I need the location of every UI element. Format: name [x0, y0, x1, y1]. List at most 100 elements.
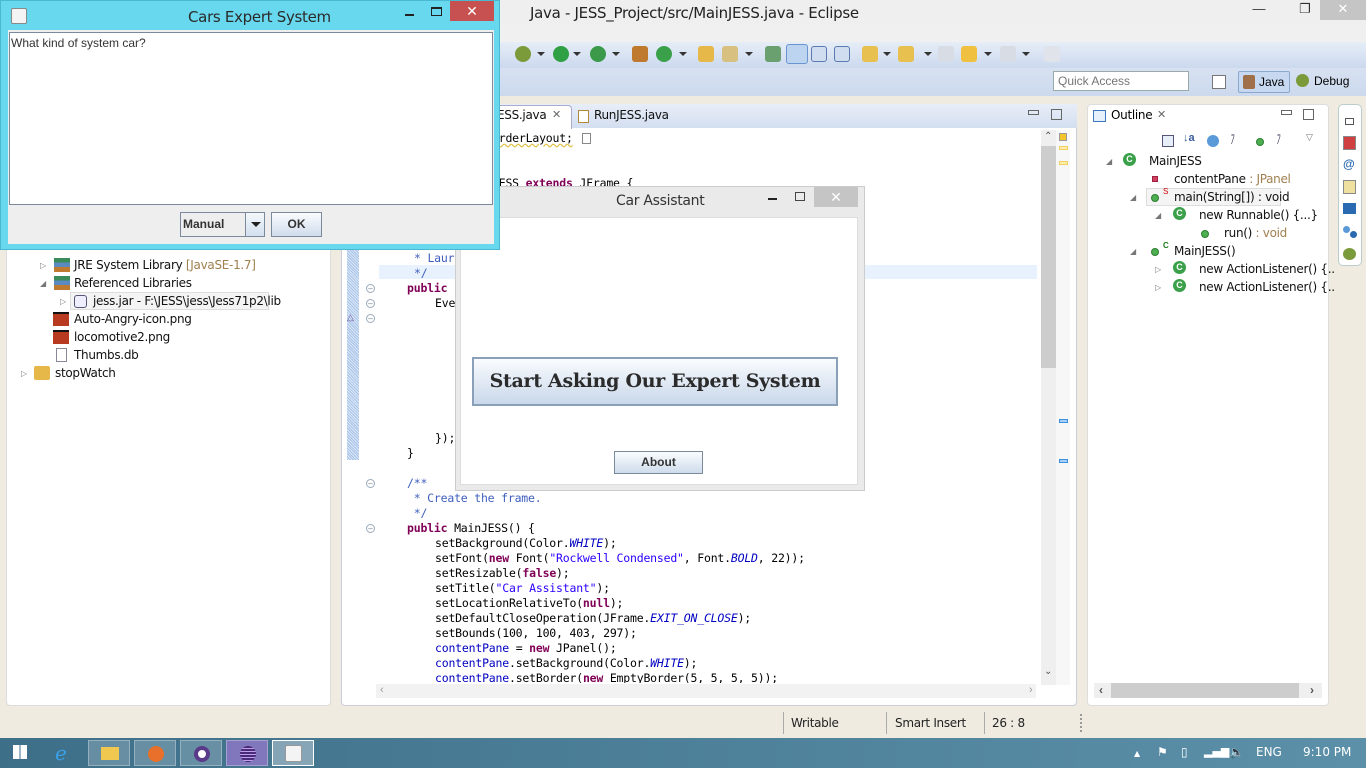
tree-item-auto-angry-icon[interactable]: Auto-Angry-icon.png: [74, 312, 192, 326]
outline-item-mainjess[interactable]: MainJESS: [1149, 154, 1202, 168]
code-line[interactable]: orderLayout;: [492, 131, 573, 145]
tree-item-thumbs-db[interactable]: Thumbs.db: [74, 348, 139, 362]
close-tab-icon[interactable]: ✕: [552, 108, 561, 121]
volume-icon[interactable]: 🔈: [1229, 745, 1244, 759]
close-button[interactable]: ✕: [1320, 0, 1366, 20]
code-line[interactable]: setLocationRelativeTo(null);: [435, 596, 623, 610]
back-icon[interactable]: [961, 46, 977, 62]
forward-dropdown-icon[interactable]: [1022, 52, 1030, 56]
last-edit-location-icon[interactable]: [938, 46, 954, 62]
collapse-icon[interactable]: ◢: [40, 279, 46, 288]
code-line[interactable]: setFont(new Font("Rockwell Condensed", F…: [435, 551, 805, 565]
chevron-down-icon[interactable]: [245, 213, 264, 236]
close-button[interactable]: ✕: [450, 1, 494, 21]
collapse-icon[interactable]: ◢: [1155, 211, 1161, 220]
fold-icon[interactable]: –: [366, 299, 375, 308]
next-annotation-dropdown-icon[interactable]: [883, 52, 891, 56]
show-whitespace-icon[interactable]: [834, 46, 850, 62]
hide-local-types-icon[interactable]: ⧶: [1277, 135, 1281, 148]
outline-item-actionlistener[interactable]: new ActionListener() {..: [1199, 262, 1335, 276]
code-line[interactable]: }: [407, 446, 414, 460]
code-line[interactable]: setResizable(false);: [435, 566, 570, 580]
expand-icon[interactable]: ▷: [40, 261, 46, 270]
collapse-icon[interactable]: ◢: [1130, 247, 1136, 256]
sort-icon[interactable]: ↓a: [1183, 132, 1195, 144]
battery-icon[interactable]: ▯: [1181, 745, 1188, 759]
code-line[interactable]: contentPane = new JPanel();: [435, 641, 617, 655]
taskbar-java-app[interactable]: [272, 740, 314, 766]
new-class-icon[interactable]: [656, 46, 672, 62]
maximize-editor-icon[interactable]: [1051, 109, 1062, 120]
minimize-icon[interactable]: [768, 198, 777, 200]
hide-fields-icon[interactable]: [1207, 135, 1219, 147]
occurrence-marker[interactable]: [1059, 459, 1068, 463]
external-tools-icon[interactable]: [590, 46, 606, 62]
code-line[interactable]: public MainJESS() {: [407, 521, 535, 535]
collapse-icon[interactable]: ◢: [1130, 193, 1136, 202]
outline-item-runnable[interactable]: new Runnable() {...}: [1199, 208, 1318, 222]
tab-mainjess-label[interactable]: ESS.java: [497, 108, 547, 122]
collapse-all-icon[interactable]: [1162, 135, 1174, 147]
code-line[interactable]: setBackground(Color.WHITE);: [435, 536, 617, 550]
maximize-icon[interactable]: [795, 192, 805, 201]
code-line[interactable]: setDefaultCloseOperation(JFrame.EXIT_ON_…: [435, 611, 751, 625]
open-perspective-icon[interactable]: [1212, 75, 1226, 89]
pin-editor-icon[interactable]: [1044, 46, 1060, 62]
action-center-icon[interactable]: ⚑: [1157, 745, 1168, 759]
tree-item-referenced-libraries[interactable]: Referenced Libraries: [74, 276, 192, 290]
open-task-icon[interactable]: [765, 46, 781, 62]
expand-icon[interactable]: ▷: [21, 369, 27, 378]
internet-explorer-icon[interactable]: e: [55, 741, 67, 765]
code-line[interactable]: * Create the frame.: [407, 491, 542, 505]
outline-scroll-thumb[interactable]: [1111, 683, 1299, 698]
code-line[interactable]: contentPane.setBorder(new EmptyBorder(5,…: [435, 671, 778, 683]
taskbar-file-explorer[interactable]: [88, 740, 130, 766]
taskbar-eclipse[interactable]: [226, 740, 268, 766]
hide-non-public-icon[interactable]: [1256, 138, 1264, 146]
run-dropdown-icon[interactable]: [573, 52, 581, 56]
fold-icon[interactable]: –: [366, 524, 375, 533]
code-line[interactable]: /**: [407, 476, 427, 490]
code-line[interactable]: public: [407, 281, 448, 295]
view-menu-icon[interactable]: ▽: [1306, 132, 1313, 143]
new-package-icon[interactable]: [632, 46, 648, 62]
outline-tab-label[interactable]: Outline: [1111, 108, 1153, 122]
close-outline-icon[interactable]: ✕: [1157, 108, 1166, 121]
progress-icon[interactable]: [1343, 226, 1350, 233]
minimize-editor-icon[interactable]: [1028, 110, 1039, 115]
outline-item-actionlistener[interactable]: new ActionListener() {..: [1199, 280, 1335, 294]
start-asking-button[interactable]: Start Asking Our Expert System: [472, 357, 838, 406]
code-line[interactable]: */: [414, 266, 428, 280]
hide-static-icon[interactable]: ⧶: [1231, 135, 1235, 148]
collapse-icon[interactable]: ◢: [1106, 157, 1112, 166]
about-button[interactable]: About: [614, 451, 703, 474]
code-line[interactable]: setBounds(100, 100, 403, 297);: [435, 626, 637, 640]
code-line[interactable]: */: [407, 506, 428, 520]
code-line[interactable]: Eve: [435, 296, 455, 310]
previous-annotation-icon[interactable]: [898, 46, 914, 62]
code-line[interactable]: setTitle("Car Assistant");: [435, 581, 610, 595]
tree-item-locomotive2[interactable]: locomotive2.png: [74, 330, 170, 344]
quick-access-input[interactable]: [1053, 71, 1189, 91]
editor-horizontal-scrollbar[interactable]: [376, 684, 1036, 698]
back-dropdown-icon[interactable]: [984, 52, 992, 56]
fold-icon[interactable]: –: [366, 314, 375, 323]
outline-item-run[interactable]: run() : void: [1224, 226, 1287, 240]
ok-button[interactable]: OK: [271, 212, 322, 237]
minimize-icon[interactable]: [405, 14, 414, 16]
warning-marker[interactable]: [1059, 161, 1068, 165]
expand-icon[interactable]: ▷: [1155, 265, 1161, 274]
tab-runjess-java[interactable]: RunJESS.java: [594, 108, 669, 122]
debug-icon[interactable]: [515, 46, 531, 62]
editor-scroll-thumb[interactable]: [1041, 146, 1056, 368]
run-icon[interactable]: [553, 46, 569, 62]
outline-item-constructor[interactable]: MainJESS(): [1174, 244, 1236, 258]
close-button[interactable]: ✕: [814, 187, 858, 207]
block-selection-icon[interactable]: [811, 46, 827, 62]
open-type-icon[interactable]: [698, 46, 714, 62]
outline-item-contentpane[interactable]: contentPane : JPanel: [1174, 172, 1291, 186]
clock[interactable]: 9:10 PM: [1303, 745, 1351, 759]
occurrence-marker[interactable]: [1059, 419, 1068, 423]
forward-icon[interactable]: [1000, 46, 1016, 62]
java-perspective-button[interactable]: Java: [1238, 71, 1290, 93]
